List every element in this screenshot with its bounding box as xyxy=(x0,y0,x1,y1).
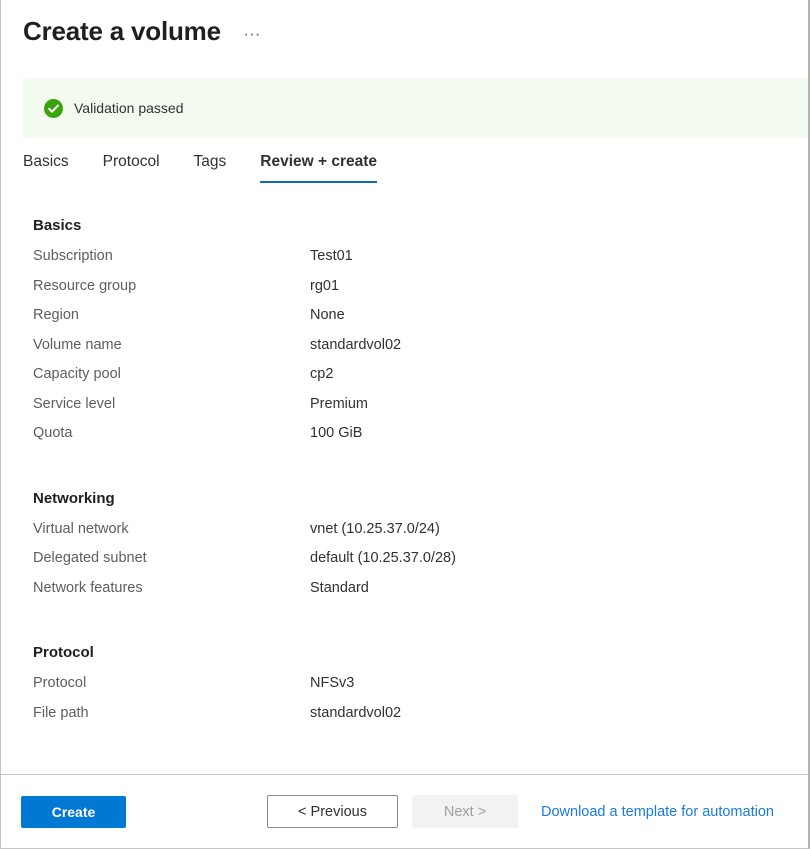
section-heading: Protocol xyxy=(33,643,808,663)
create-button[interactable]: Create xyxy=(21,796,126,828)
review-section: Networking Virtual networkvnet (10.25.37.… xyxy=(1,489,808,610)
review-section: ProtocolProtocolNFSv3File pathstandardvo… xyxy=(1,643,808,734)
summary-row: Capacity poolcp2 xyxy=(1,366,808,396)
summary-row-value: Standard xyxy=(310,580,369,596)
summary-row-value: Premium xyxy=(310,396,368,412)
review-section: BasicsSubscriptionTest01Resource grouprg… xyxy=(1,216,808,455)
summary-row-value: vnet (10.25.37.0/24) xyxy=(310,521,440,537)
section-spacer xyxy=(1,609,808,643)
summary-row-value: rg01 xyxy=(310,278,339,294)
summary-row: ProtocolNFSv3 xyxy=(1,675,808,705)
summary-row-label: Resource group xyxy=(1,278,310,294)
summary-row-label: Network features xyxy=(1,580,310,596)
summary-row: Quota100 GiB xyxy=(1,425,808,455)
summary-row-value: cp2 xyxy=(310,366,333,382)
summary-row-label: Service level xyxy=(1,396,310,412)
summary-row: Network featuresStandard xyxy=(1,580,808,610)
summary-row-label: Delegated subnet xyxy=(1,550,310,566)
summary-row: Volume namestandardvol02 xyxy=(1,337,808,367)
summary-row: Service levelPremium xyxy=(1,396,808,426)
summary-row: SubscriptionTest01 xyxy=(1,248,808,278)
check-circle-icon xyxy=(44,99,63,118)
summary-row-label: Region xyxy=(1,307,310,323)
summary-row-label: Subscription xyxy=(1,248,310,264)
summary-row-label: Virtual network xyxy=(1,521,310,537)
summary-row-value: standardvol02 xyxy=(310,705,401,721)
summary-row-label: Protocol xyxy=(1,675,310,691)
blade-header: Create a volume ··· xyxy=(1,0,808,62)
summary-row: RegionNone xyxy=(1,307,808,337)
create-volume-blade: Create a volume ··· Validation passed Ba… xyxy=(0,0,810,849)
section-heading: Networking xyxy=(33,489,808,509)
summary-row-value: default (10.25.37.0/28) xyxy=(310,550,456,566)
summary-row-value: Test01 xyxy=(310,248,353,264)
summary-row-label: File path xyxy=(1,705,310,721)
tab-review-create[interactable]: Review + create xyxy=(260,152,377,183)
summary-row: Delegated subnetdefault (10.25.37.0/28) xyxy=(1,550,808,580)
validation-status-text: Validation passed xyxy=(74,100,183,116)
summary-row: Virtual networkvnet (10.25.37.0/24) xyxy=(1,521,808,551)
tab-tags[interactable]: Tags xyxy=(194,152,227,183)
summary-row-label: Volume name xyxy=(1,337,310,353)
page-title: Create a volume xyxy=(23,16,221,46)
section-spacer xyxy=(1,455,808,489)
more-menu-icon[interactable]: ··· xyxy=(239,18,265,44)
summary-row-value: NFSv3 xyxy=(310,675,354,691)
summary-row-value: None xyxy=(310,307,345,323)
section-heading: Basics xyxy=(33,216,808,236)
summary-row: Resource grouprg01 xyxy=(1,278,808,308)
summary-row: File pathstandardvol02 xyxy=(1,705,808,735)
review-content: BasicsSubscriptionTest01Resource grouprg… xyxy=(1,216,808,774)
next-button: Next > xyxy=(412,795,518,828)
summary-row-label: Quota xyxy=(1,425,310,441)
summary-row-value: standardvol02 xyxy=(310,337,401,353)
footer-action-bar: Create < Previous Next > Download a temp… xyxy=(1,774,808,848)
tab-basics[interactable]: Basics xyxy=(23,152,69,183)
validation-banner: Validation passed xyxy=(23,78,808,138)
summary-row-label: Capacity pool xyxy=(1,366,310,382)
download-template-link[interactable]: Download a template for automation xyxy=(541,804,774,820)
summary-row-value: 100 GiB xyxy=(310,425,362,441)
tab-protocol[interactable]: Protocol xyxy=(103,152,160,183)
previous-button[interactable]: < Previous xyxy=(267,795,398,828)
tab-bar: Basics Protocol Tags Review + create xyxy=(23,152,377,183)
